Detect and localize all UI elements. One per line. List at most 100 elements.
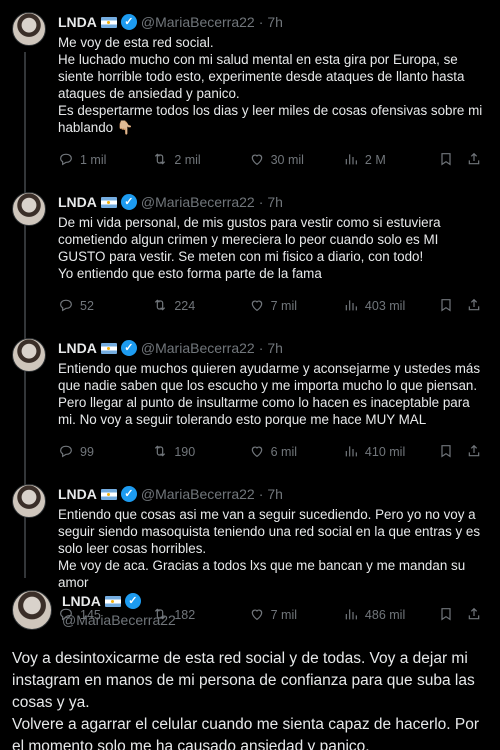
author-name[interactable]: LNDA — [62, 593, 101, 609]
retweet-count: 224 — [174, 299, 196, 313]
retweet-count: 2 mil — [174, 153, 201, 167]
heart-icon — [249, 443, 271, 462]
share-icon — [466, 443, 488, 462]
share-button[interactable] — [466, 151, 488, 170]
tweet-text-line: Yo entiendo que esto forma parte de la f… — [58, 266, 322, 281]
bookmark-button[interactable] — [438, 151, 466, 170]
thread-tweet-list: LNDA ✓ @MariaBecerra22 · 7h Me voy de es… — [0, 0, 500, 635]
tweet-actions: 99 190 6 mil 410 mil — [58, 432, 488, 472]
reply-count: 99 — [80, 445, 94, 459]
tweet-text: De mi vida personal, de mis gustos para … — [58, 214, 488, 282]
tweet-text-line: Me voy de esta red social. — [58, 35, 214, 50]
retweet-button[interactable]: 190 — [152, 443, 248, 462]
retweet-icon — [152, 443, 174, 462]
share-button[interactable] — [466, 443, 488, 462]
author-name[interactable]: LNDA — [58, 340, 97, 356]
author-name[interactable]: LNDA — [58, 194, 97, 210]
heart-icon — [249, 297, 271, 316]
heart-icon — [249, 151, 271, 170]
views-button[interactable]: 403 mil — [343, 297, 438, 316]
tweet-time[interactable]: 7h — [267, 194, 283, 210]
share-button[interactable] — [466, 297, 488, 316]
separator-dot: · — [258, 14, 264, 30]
verified-badge-icon: ✓ — [120, 14, 137, 30]
verified-badge-icon: ✓ — [120, 340, 137, 356]
tweet-text-line: Es despertarme todos los dias y leer mil… — [58, 103, 483, 135]
tweet-actions: 52 224 7 mil 403 mil — [58, 286, 488, 326]
tweet[interactable]: LNDA ✓ @MariaBecerra22 · 7h Me voy de es… — [0, 0, 500, 180]
avatar[interactable] — [12, 590, 52, 630]
reply-button[interactable]: 99 — [58, 443, 152, 462]
author-handle[interactable]: @MariaBecerra22 — [62, 611, 176, 629]
author-handle[interactable]: @MariaBecerra22 — [141, 340, 255, 356]
retweet-icon — [152, 151, 174, 170]
bookmark-button[interactable] — [438, 443, 466, 462]
avatar[interactable] — [12, 12, 46, 46]
argentina-flag-icon — [104, 595, 121, 607]
author-name[interactable]: LNDA — [58, 486, 97, 502]
tweet-text-line: De mi vida personal, de mis gustos para … — [58, 215, 441, 264]
retweet-button[interactable]: 2 mil — [152, 151, 248, 170]
argentina-flag-icon — [100, 488, 117, 500]
like-button[interactable]: 6 mil — [249, 443, 343, 462]
bookmark-icon — [438, 151, 460, 170]
bar-chart-icon — [343, 443, 365, 462]
retweet-count: 190 — [174, 445, 196, 459]
reply-icon — [58, 443, 80, 462]
main-tweet: LNDA ✓ @MariaBecerra22 Voy a desintoxica… — [0, 578, 500, 750]
separator-dot: · — [258, 340, 264, 356]
tweet-text-line: He luchado mucho con mi salud mental en … — [58, 52, 465, 101]
author-handle[interactable]: @MariaBecerra22 — [141, 486, 255, 502]
bookmark-icon — [438, 443, 460, 462]
tweet-text: Entiendo que muchos quieren ayudarme y a… — [58, 360, 488, 428]
author-handle[interactable]: @MariaBecerra22 — [141, 194, 255, 210]
argentina-flag-icon — [100, 196, 117, 208]
reply-count: 1 mil — [80, 153, 107, 167]
main-tweet-line: Voy a desintoxicarme de esta red social … — [12, 650, 475, 711]
verified-badge-icon: ✓ — [120, 486, 137, 502]
views-button[interactable]: 2 M — [343, 151, 438, 170]
tweet-time[interactable]: 7h — [267, 14, 283, 30]
tweet-actions: 1 mil 2 mil 30 mil 2 M — [58, 140, 488, 180]
views-count: 403 mil — [364, 299, 406, 313]
retweet-button[interactable]: 224 — [152, 297, 248, 316]
bookmark-button[interactable] — [438, 297, 466, 316]
reply-icon — [58, 297, 80, 316]
share-icon — [466, 297, 488, 316]
like-count: 7 mil — [270, 299, 298, 313]
tweet[interactable]: LNDA ✓ @MariaBecerra22 · 7h De mi vida p… — [0, 180, 500, 326]
avatar[interactable] — [12, 338, 46, 372]
argentina-flag-icon — [100, 16, 117, 28]
like-button[interactable]: 7 mil — [249, 297, 343, 316]
author-name[interactable]: LNDA — [58, 14, 97, 30]
views-count: 2 M — [364, 153, 386, 167]
argentina-flag-icon — [100, 342, 117, 354]
bookmark-icon — [438, 297, 460, 316]
main-tweet-line: Volvere a agarrar el celular cuando me s… — [12, 716, 479, 750]
avatar[interactable] — [12, 192, 46, 226]
views-button[interactable]: 410 mil — [343, 443, 438, 462]
tweet-text-line: Entiendo que muchos quieren ayudarme y a… — [58, 361, 481, 427]
views-count: 410 mil — [364, 445, 406, 459]
verified-badge-icon: ✓ — [124, 593, 141, 609]
bar-chart-icon — [343, 297, 365, 316]
bar-chart-icon — [343, 151, 365, 170]
reply-count: 52 — [80, 299, 94, 313]
like-count: 6 mil — [270, 445, 298, 459]
tweet-time[interactable]: 7h — [267, 486, 283, 502]
share-icon — [466, 151, 488, 170]
reply-button[interactable]: 1 mil — [58, 151, 152, 170]
tweet[interactable]: LNDA ✓ @MariaBecerra22 · 7h Entiendo que… — [0, 326, 500, 472]
tweet-text-line: Entiendo que cosas asi me van a seguir s… — [58, 507, 481, 556]
separator-dot: · — [258, 194, 264, 210]
avatar[interactable] — [12, 484, 46, 518]
main-tweet-text: Voy a desintoxicarme de esta red social … — [12, 648, 488, 750]
reply-button[interactable]: 52 — [58, 297, 152, 316]
retweet-icon — [152, 297, 174, 316]
tweet-text: Me voy de esta red social. He luchado muc… — [58, 34, 488, 136]
author-handle[interactable]: @MariaBecerra22 — [141, 14, 255, 30]
reply-icon — [58, 151, 80, 170]
verified-badge-icon: ✓ — [120, 194, 137, 210]
like-button[interactable]: 30 mil — [249, 151, 343, 170]
tweet-time[interactable]: 7h — [267, 340, 283, 356]
